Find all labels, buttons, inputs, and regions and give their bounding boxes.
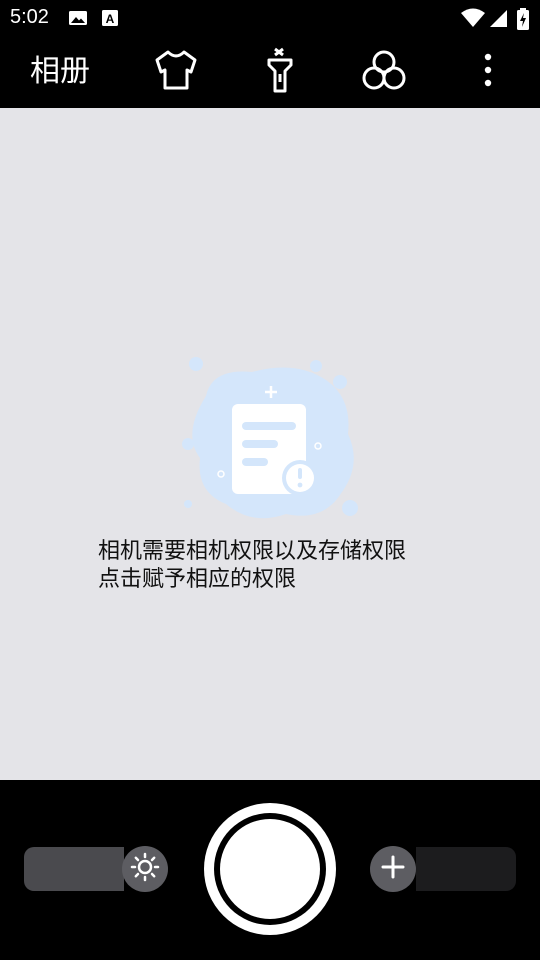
brightness-icon — [130, 852, 160, 886]
permission-illustration[interactable] — [176, 354, 366, 532]
brightness-slider[interactable] — [24, 847, 124, 891]
shirt-icon — [153, 48, 199, 96]
shutter-button[interactable] — [204, 803, 336, 935]
flashlight-icon — [265, 47, 295, 97]
brightness-button[interactable] — [122, 846, 168, 892]
filter-button[interactable] — [360, 48, 408, 96]
more-vert-icon — [483, 53, 493, 91]
status-bar: 5:02 A — [0, 0, 540, 36]
font-notification-icon: A — [100, 8, 120, 28]
flashlight-button[interactable] — [256, 47, 304, 97]
wifi-icon — [460, 8, 486, 28]
more-options-button[interactable] — [464, 48, 512, 96]
top-toolbar: 相册 — [0, 36, 540, 108]
image-notification-icon — [68, 8, 88, 28]
zoom-in-icon — [380, 854, 406, 884]
zoom-in-button[interactable] — [370, 846, 416, 892]
battery-charging-icon — [516, 8, 530, 30]
filter-circles-icon — [361, 49, 407, 95]
album-button[interactable]: 相册 — [30, 54, 90, 90]
shirt-button[interactable] — [152, 48, 200, 96]
status-time: 5:02 — [10, 6, 49, 28]
camera-preview[interactable]: 相机需要相机权限以及存储权限 点击赋予相应的权限 — [0, 108, 540, 780]
svg-text:A: A — [106, 12, 115, 26]
zoom-slider[interactable] — [416, 847, 516, 891]
bottom-controls — [0, 780, 540, 960]
permission-message-line2: 点击赋予相应的权限 — [98, 567, 297, 592]
permission-message-line1: 相机需要相机权限以及存储权限 — [98, 539, 407, 564]
signal-icon — [488, 8, 508, 28]
permission-message[interactable]: 相机需要相机权限以及存储权限 点击赋予相应的权限 — [98, 538, 406, 594]
